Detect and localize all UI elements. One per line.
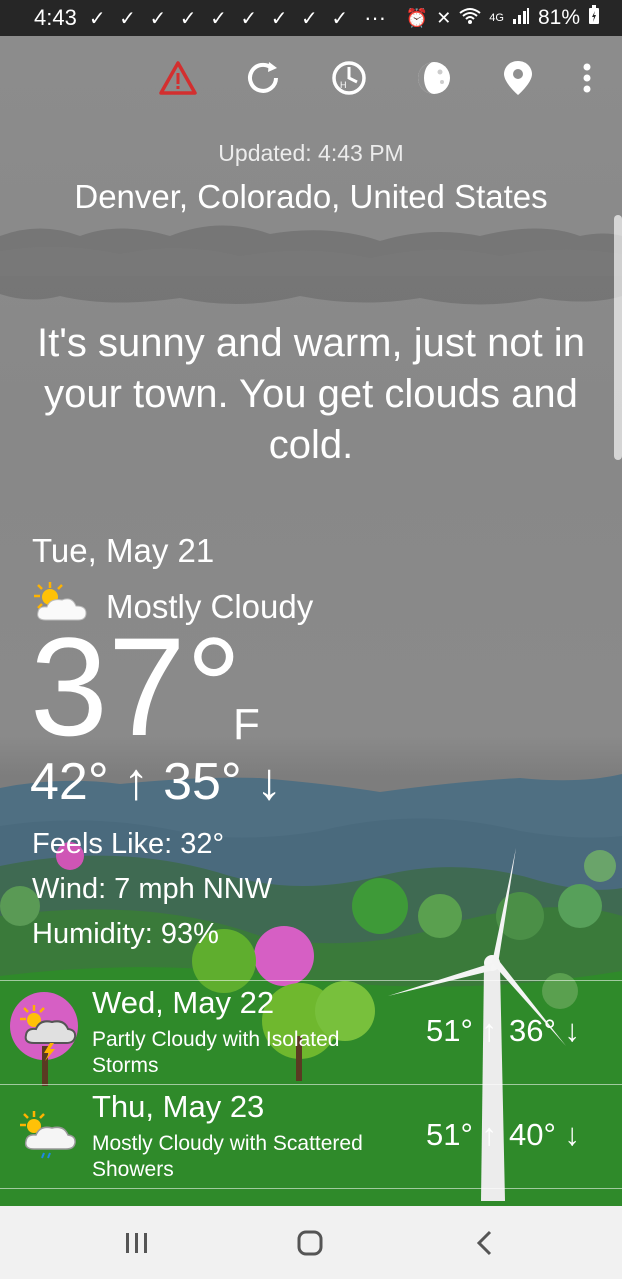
back-button[interactable] — [465, 1226, 505, 1260]
forecast-date: Wed, May 22 — [92, 985, 275, 1020]
showers-icon — [14, 1099, 82, 1167]
feels-like: Feels Like: 32° — [32, 828, 225, 860]
humidity: Humidity: 93% — [32, 918, 219, 950]
system-nav-bar — [0, 1206, 622, 1279]
forecast-temps: 51° ↑ 40° ↓ — [426, 1117, 580, 1153]
forecast-high: 51° ↑ — [426, 1117, 497, 1152]
current-temperature: 37° — [30, 608, 242, 765]
forecast-temps: 51° ↑ 36° ↓ — [426, 1013, 580, 1049]
high-temp: 42° ↑ — [30, 753, 150, 811]
thunderstorm-icon — [14, 995, 82, 1063]
location-name[interactable]: Denver, Colorado, United States — [0, 178, 622, 216]
high-low-temps: 42° ↑ 35° ↓ — [30, 752, 282, 812]
weather-quip: It's sunny and warm, just not in your to… — [37, 321, 585, 467]
forecast-description: Mostly Cloudy with Scattered Showers — [92, 1132, 363, 1181]
recents-button[interactable] — [117, 1226, 157, 1260]
low-temp: 35° ↓ — [163, 753, 283, 811]
forecast-high: 51° ↑ — [426, 1013, 497, 1048]
forecast-row[interactable]: Wed, May 22 Partly Cloudy with Isolated … — [0, 980, 622, 1085]
updated-time: Updated: 4:43 PM — [218, 140, 404, 166]
forecast-date: Thu, May 23 — [92, 1089, 265, 1124]
current-date: Tue, May 21 — [32, 532, 215, 569]
forecast-low: 36° ↓ — [509, 1013, 580, 1048]
forecast-description: Partly Cloudy with Isolated Storms — [92, 1028, 340, 1077]
temperature-unit[interactable]: F — [233, 700, 260, 750]
home-button[interactable] — [290, 1226, 330, 1260]
weather-content: Updated: 4:43 PM Denver, Colorado, Unite… — [0, 0, 622, 1279]
forecast-low: 40° ↓ — [509, 1117, 580, 1152]
forecast-row[interactable]: Thu, May 23 Mostly Cloudy with Scattered… — [0, 1084, 622, 1189]
wind: Wind: 7 mph NNW — [32, 873, 273, 905]
forecast-divider — [0, 1188, 622, 1189]
